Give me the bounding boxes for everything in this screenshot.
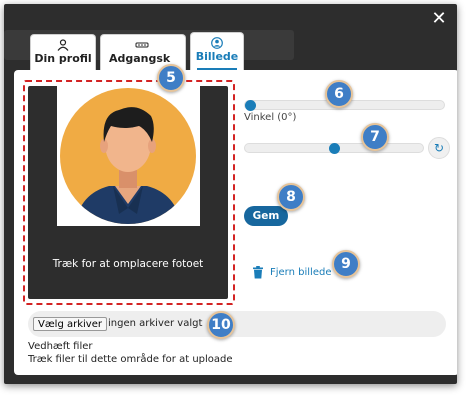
trash-icon — [253, 266, 263, 279]
callout-badge: 10 — [207, 311, 235, 339]
callout-badge: 5 — [157, 64, 185, 92]
callout-badge: 6 — [325, 80, 353, 108]
angle-slider-knob[interactable] — [245, 99, 256, 111]
tab-din-profil[interactable]: Din profil — [30, 34, 96, 72]
file-drop-zone[interactable]: Vælg arkiver ingen arkiver valgt — [28, 311, 446, 337]
attach-files-label: Vedhæft filer — [28, 341, 93, 352]
user-circle-icon — [211, 37, 223, 49]
callout-badge: 8 — [277, 183, 305, 211]
tab-label: Adgangsk — [109, 52, 171, 65]
zoom-slider-knob[interactable] — [329, 142, 340, 154]
remove-photo-label: Fjern billede — [270, 267, 332, 278]
callout-badge: 7 — [361, 123, 389, 151]
choose-files-button[interactable]: Vælg arkiver — [33, 317, 107, 331]
save-button[interactable]: Gem — [244, 206, 288, 226]
tab-label: Billede — [195, 50, 239, 63]
user-icon — [57, 39, 69, 51]
tab-label: Din profil — [34, 52, 92, 65]
photo-crop-area[interactable]: Træk for at omplacere fotoet — [28, 86, 228, 299]
file-status: ingen arkiver valgt — [108, 318, 203, 329]
angle-label: Vinkel (0°) — [244, 112, 297, 123]
callout-badge: 9 — [332, 250, 360, 278]
drag-files-hint: Træk filer til dette område for at uploa… — [28, 354, 233, 365]
zoom-slider[interactable] — [244, 142, 424, 154]
reposition-caption: Træk for at omplacere fotoet — [52, 258, 204, 270]
avatar-image — [57, 86, 200, 226]
photo-panel: Træk for at omplacere fotoet Vinkel (0°)… — [14, 64, 457, 375]
tab-billede[interactable]: Billede — [190, 32, 244, 74]
refresh-icon[interactable]: ↻ — [428, 137, 450, 159]
avatar-placeholder — [60, 88, 196, 224]
key-icon — [135, 42, 149, 48]
modal-window: ✕ Din profil Adgangsk Billede Træk for a… — [4, 4, 457, 384]
close-icon[interactable]: ✕ — [428, 8, 450, 30]
